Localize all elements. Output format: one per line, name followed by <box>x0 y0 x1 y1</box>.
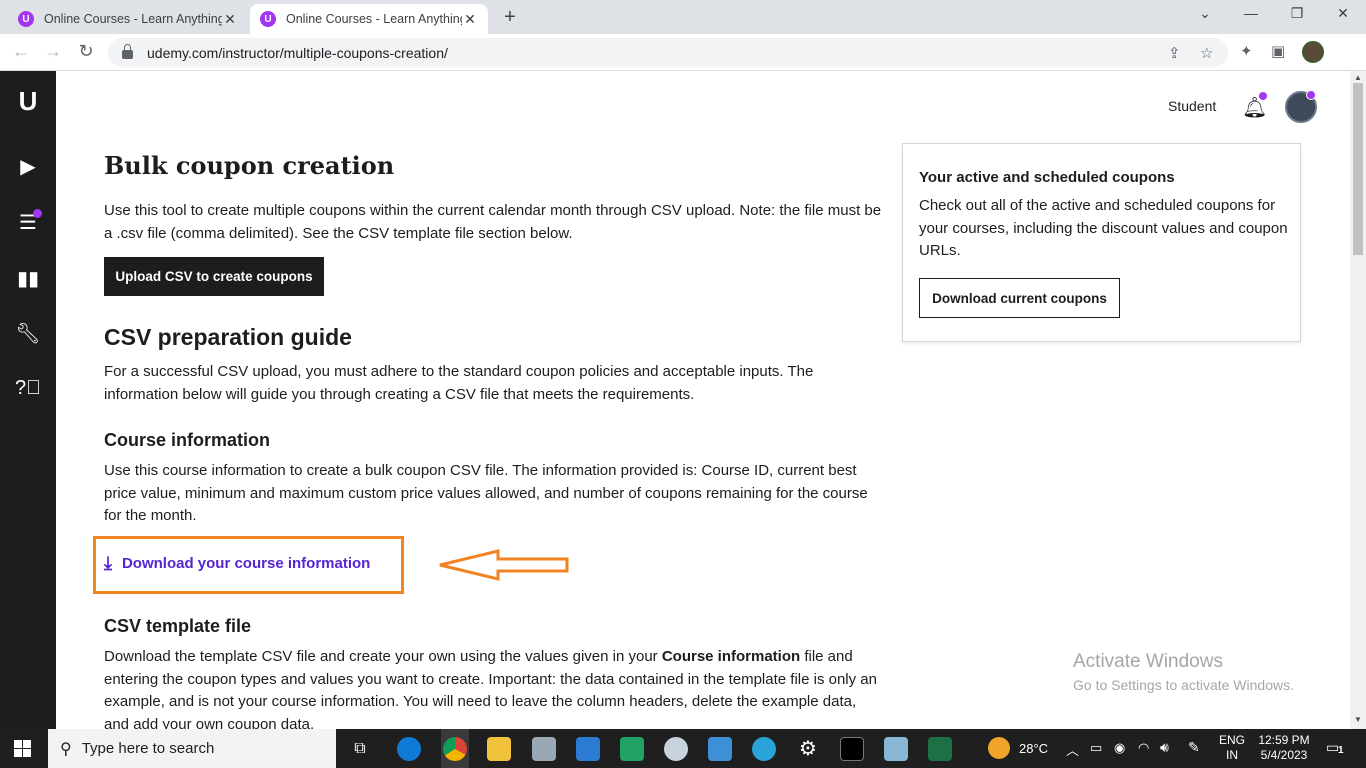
reload-icon[interactable]: ↻ <box>75 41 97 62</box>
weather-sun-icon[interactable] <box>988 737 1010 759</box>
notification-dot <box>33 209 42 218</box>
page-scrollbar[interactable]: ▲ ▼ <box>1350 71 1366 729</box>
coupons-card-title: Your active and scheduled coupons <box>919 169 1175 186</box>
taskbar-search-placeholder: Type here to search <box>81 740 215 757</box>
url-text: udemy.com/instructor/multiple-coupons-cr… <box>147 44 448 61</box>
tools-wrench-icon[interactable]: 🔧︎ <box>0 321 56 346</box>
search-icon: ⚲ <box>60 740 72 758</box>
notification-count: 1 <box>1338 745 1344 756</box>
main-content: Student 🔔︎ Bulk coupon creation Use this… <box>56 71 1350 729</box>
show-hidden-icons-chevron-icon[interactable]: ︿ <box>1066 740 1079 759</box>
template-text: Download the template CSV file and creat… <box>104 646 884 729</box>
excel-icon[interactable] <box>928 737 952 761</box>
restore-button[interactable]: ❐ <box>1274 5 1320 22</box>
address-toolbar: ← → ↻ udemy.com/instructor/multiple-coup… <box>0 34 1366 71</box>
communication-chat-icon[interactable]: ☰ <box>0 210 56 235</box>
clock[interactable]: 12:59 PM 5/4/2023 <box>1256 733 1312 763</box>
language-indicator[interactable]: ENG IN <box>1219 733 1245 763</box>
notepad-icon[interactable] <box>884 737 908 761</box>
download-current-coupons-button[interactable]: Download current coupons <box>919 278 1120 318</box>
upload-csv-button[interactable]: Upload CSV to create coupons <box>104 257 324 296</box>
clock-time: 12:59 PM <box>1258 733 1310 747</box>
chrome-icon[interactable] <box>443 737 467 761</box>
file-explorer-icon[interactable] <box>487 737 511 761</box>
wifi-icon[interactable]: ◠ <box>1138 740 1149 756</box>
bookmark-star-icon[interactable]: ☆ <box>1200 44 1213 62</box>
minimize-button[interactable]: — <box>1228 5 1274 21</box>
task-view-icon[interactable]: ⧉ <box>348 737 372 761</box>
browser-tab-active[interactable]: U Online Courses - Learn Anything, On Yo… <box>250 4 488 34</box>
side-panel-icon[interactable]: ▣ <box>1271 42 1285 60</box>
extensions-puzzle-icon[interactable]: ✦ <box>1240 42 1253 60</box>
close-tab-icon[interactable]: ✕ <box>462 11 478 28</box>
settings-gear-icon[interactable]: ⚙ <box>796 737 820 761</box>
coupons-card: Your active and scheduled coupons Check … <box>902 143 1301 342</box>
udemy-logo-icon[interactable]: U <box>0 86 56 117</box>
taskbar-search[interactable]: ⚲ Type here to search <box>48 729 336 768</box>
template-text-part: Download the template CSV file and creat… <box>104 648 662 665</box>
url-bar[interactable]: udemy.com/instructor/multiple-coupons-cr… <box>108 38 1228 67</box>
share-icon[interactable]: ⇪ <box>1168 44 1181 62</box>
battery-icon[interactable]: ▭ <box>1090 740 1102 756</box>
browser-tab[interactable]: U Online Courses - Learn Anything, On Yo… <box>8 4 248 34</box>
student-link[interactable]: Student <box>1168 98 1216 114</box>
browser-profile-avatar[interactable] <box>1302 41 1324 63</box>
pen-icon[interactable]: ✎ <box>1188 739 1200 756</box>
course-info-title: Course information <box>104 430 271 450</box>
instructor-sidebar: U ▶︎ ☰ ▮▮ 🔧︎ ?⃝ <box>0 71 56 729</box>
app-icon[interactable] <box>532 737 556 761</box>
language-line2: IN <box>1226 748 1238 762</box>
volume-icon[interactable]: 🔊︎ <box>1160 739 1169 756</box>
control-panel-icon[interactable] <box>708 737 732 761</box>
watermark-line2: Go to Settings to activate Windows. <box>1073 677 1294 693</box>
page-title: Bulk coupon creation <box>104 151 395 180</box>
annotation-arrow-icon <box>439 549 569 581</box>
new-tab-button[interactable]: + <box>498 6 522 29</box>
lock-icon <box>122 44 133 59</box>
watermark-line1: Activate Windows <box>1073 651 1223 672</box>
intro-text: Use this tool to create multiple coupons… <box>104 202 882 242</box>
camtasia-icon[interactable] <box>620 737 644 761</box>
tab-title: Online Courses - Learn Anything, On Your… <box>44 12 222 26</box>
tab-search-chevron-icon[interactable]: ⌄ <box>1182 5 1228 22</box>
forward-arrow-icon[interactable]: → <box>42 41 64 62</box>
performance-chart-icon[interactable]: ▮▮ <box>0 266 56 291</box>
close-tab-icon[interactable]: ✕ <box>222 11 238 28</box>
template-text-bold: Course information <box>661 648 801 665</box>
terminal-icon[interactable] <box>840 737 864 761</box>
avatar-notification-dot <box>1306 90 1316 100</box>
coupons-card-text: Check out all of the active and schedule… <box>919 197 1288 259</box>
vscode-icon[interactable] <box>576 737 600 761</box>
scroll-down-icon[interactable]: ▼ <box>1350 715 1366 724</box>
courses-video-icon[interactable]: ▶︎ <box>0 154 56 179</box>
tab-title: Online Courses - Learn Anything, On Your… <box>286 12 462 26</box>
windows-start-icon[interactable] <box>14 740 31 757</box>
guide-text: For a successful CSV upload, you must ad… <box>104 363 814 403</box>
scroll-up-icon[interactable]: ▲ <box>1350 73 1366 82</box>
windows-taskbar: ⚲ Type here to search ⧉ ⚙ 28°C ︿ ▭ ◉ ◠ 🔊… <box>0 729 1366 768</box>
guide-title: CSV preparation guide <box>104 324 352 350</box>
course-info-text: Use this course information to create a … <box>104 462 868 524</box>
help-question-icon[interactable]: ?⃝ <box>0 377 56 400</box>
browser-tab-bar: U Online Courses - Learn Anything, On Yo… <box>0 0 1366 34</box>
back-arrow-icon[interactable]: ← <box>10 41 32 62</box>
download-course-info-link[interactable]: ⤓ Download your course information <box>104 553 370 574</box>
download-icon: ⤓ <box>104 553 112 573</box>
scroll-thumb[interactable] <box>1353 83 1363 255</box>
bell-notification-dot <box>1258 91 1268 101</box>
app-icon[interactable] <box>664 737 688 761</box>
udemy-favicon-icon: U <box>260 11 276 27</box>
language-line1: ENG <box>1219 733 1246 747</box>
clock-date: 5/4/2023 <box>1260 748 1308 762</box>
activate-windows-watermark: Activate Windows Go to Settings to activ… <box>1073 651 1294 693</box>
udemy-favicon-icon: U <box>18 11 34 27</box>
edge-icon[interactable] <box>397 737 421 761</box>
template-title: CSV template file <box>104 616 252 636</box>
close-window-button[interactable]: ✕ <box>1320 5 1366 22</box>
telegram-icon[interactable] <box>752 737 776 761</box>
weather-temp[interactable]: 28°C <box>1019 741 1048 756</box>
download-course-info-label: Download your course information <box>121 555 371 572</box>
camera-icon[interactable]: ◉ <box>1114 740 1125 756</box>
